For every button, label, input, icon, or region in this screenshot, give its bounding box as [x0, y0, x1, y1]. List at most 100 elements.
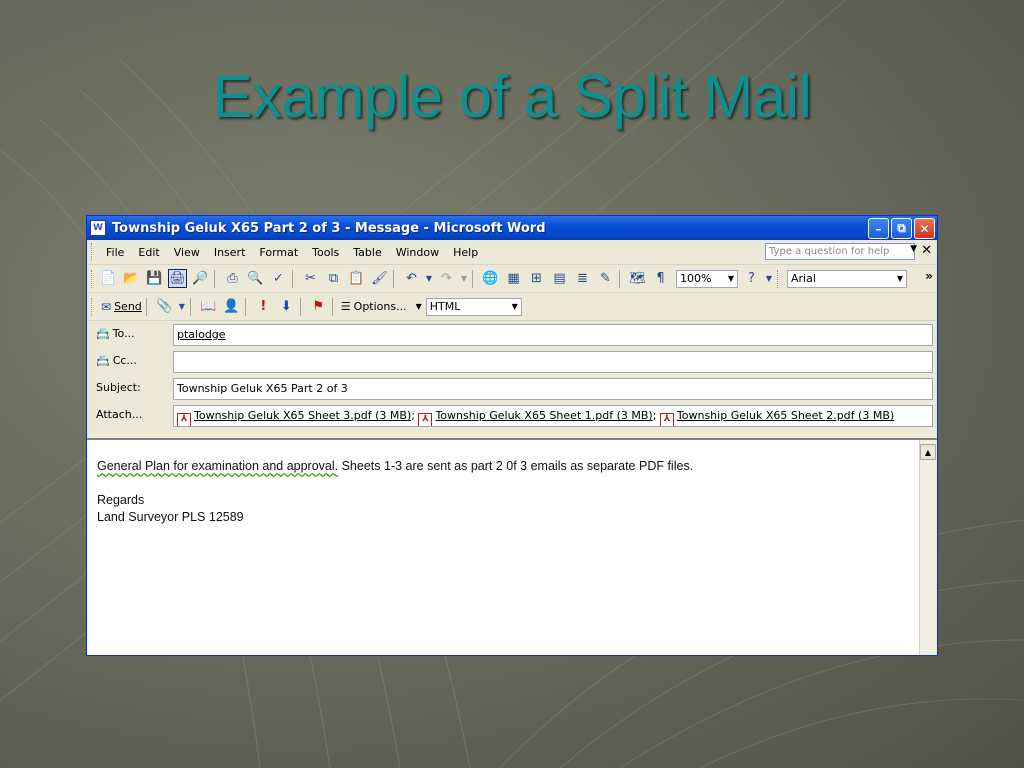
menu-help[interactable]: Help [450, 246, 481, 259]
toolbar-options-icon[interactable]: ▼ [765, 269, 773, 288]
font-dropdown-icon[interactable]: ▼ [897, 271, 903, 287]
redo-dropdown-icon[interactable]: ▼ [460, 269, 468, 288]
zoom-select[interactable]: 100% ▼ [676, 269, 738, 288]
options-dropdown-icon[interactable]: ▼ [416, 302, 422, 311]
columns-icon[interactable]: ≣ [573, 269, 592, 288]
open-icon[interactable]: 📂 [122, 269, 141, 288]
options-label: Options... [353, 300, 407, 313]
paste-icon[interactable]: 📋 [347, 269, 366, 288]
undo-dropdown-icon[interactable]: ▼ [425, 269, 433, 288]
redo-icon[interactable]: ↷ [437, 269, 456, 288]
print-preview-icon[interactable]: 🔍 [246, 269, 265, 288]
pdf-icon: ⅄ [659, 413, 674, 426]
toolbar-separator [189, 297, 191, 316]
check-names-icon[interactable]: 👤 [222, 297, 241, 316]
help-dropdown-icon[interactable]: ▼ [910, 244, 917, 254]
zoom-value: 100% [680, 271, 712, 285]
body-line-3: Land Surveyor PLS 12589 [97, 510, 244, 524]
show-hide-icon[interactable]: ¶ [651, 269, 670, 288]
menu-file[interactable]: File [103, 246, 127, 259]
document-map-icon[interactable]: 🗺 [628, 269, 647, 288]
save-icon[interactable]: 💾 [145, 269, 164, 288]
pdf-icon: ⅄ [177, 413, 191, 426]
standard-toolbar: 📄 📂 💾 🖨 🔎 ⎙ 🔍 ✓ ✂ ⧉ 📋 🖌 ↶ ▼ ↷ ▼ 🌐 ▦ ⊞ ▤ … [87, 265, 937, 293]
address-card-icon: 📇 [96, 327, 110, 340]
format-dropdown-icon[interactable]: ▼ [512, 299, 518, 315]
insert-table-icon[interactable]: ⊞ [527, 269, 546, 288]
attach-button[interactable]: Attach... [96, 408, 142, 421]
to-row: 📇 To... ptalodge [87, 322, 937, 346]
help-search-input[interactable]: Type a question for help [765, 243, 915, 260]
body-blank-line [97, 475, 693, 492]
subject-label: Subject: [96, 381, 141, 394]
toolbar-separator [472, 269, 473, 288]
attachments-field[interactable]: ⅄ Township Geluk X65 Sheet 3.pdf (3 MB); … [173, 405, 933, 427]
maximize-button[interactable]: ⧉ [891, 218, 912, 239]
toolbar-separator [292, 269, 293, 288]
attachment-item[interactable]: Township Geluk X65 Sheet 3.pdf (3 MB) [194, 409, 411, 422]
to-button[interactable]: 📇 To... [96, 327, 135, 340]
drawing-icon[interactable]: ✎ [596, 269, 615, 288]
minimize-button[interactable]: – [868, 218, 889, 239]
menu-window[interactable]: Window [393, 246, 442, 259]
high-importance-icon[interactable]: ! [254, 297, 273, 316]
insert-excel-icon[interactable]: ▤ [550, 269, 569, 288]
vertical-scrollbar[interactable]: ▲ [919, 440, 937, 655]
address-book-icon[interactable]: 📖 [199, 297, 218, 316]
attachment-item[interactable]: Township Geluk X65 Sheet 2.pdf (3 MB) [677, 409, 894, 422]
cut-icon[interactable]: ✂ [301, 269, 320, 288]
message-body-text[interactable]: General Plan for examination and approva… [97, 458, 693, 526]
window-controls: – ⧉ ✕ [868, 218, 935, 239]
formatting-toolbar-grip[interactable] [777, 269, 781, 288]
send-button[interactable]: ✉ Send [101, 300, 142, 314]
title-bar[interactable]: W Township Geluk X65 Part 2 of 3 - Messa… [87, 216, 937, 240]
attach-row: Attach... ⅄ Township Geluk X65 Sheet 3.pd… [87, 403, 937, 427]
message-format-select[interactable]: HTML ▼ [425, 297, 522, 316]
email-toolbar-grip[interactable] [91, 297, 95, 316]
menu-edit[interactable]: Edit [135, 246, 162, 259]
zoom-dropdown-icon[interactable]: ▼ [728, 271, 734, 287]
subject-field[interactable]: Township Geluk X65 Part 2 of 3 [173, 378, 933, 400]
follow-up-flag-icon[interactable]: ⚑ [309, 297, 328, 316]
options-button[interactable]: ☰ Options... ▼ [341, 300, 422, 313]
message-header: 📇 To... ptalodge 📇 Cc... Subject: Townsh… [87, 321, 937, 431]
undo-icon[interactable]: ↶ [402, 269, 421, 288]
help-icon[interactable]: ? [742, 269, 761, 288]
attachment-item[interactable]: Township Geluk X65 Sheet 1.pdf (3 MB) [435, 409, 652, 422]
new-icon[interactable]: 📄 [99, 269, 118, 288]
cc-button[interactable]: 📇 Cc... [96, 354, 137, 367]
permission-icon[interactable]: 🖨 [168, 269, 187, 288]
menu-insert[interactable]: Insert [211, 246, 249, 259]
hyperlink-icon[interactable]: 🌐 [481, 269, 500, 288]
research-icon[interactable]: 🔎 [191, 269, 210, 288]
toolbar-overflow-icon[interactable]: » [925, 269, 933, 283]
menu-view[interactable]: View [171, 246, 203, 259]
to-recipient[interactable]: ptalodge [177, 328, 226, 341]
menu-format[interactable]: Format [256, 246, 301, 259]
format-painter-icon[interactable]: 🖌 [370, 269, 389, 288]
send-label: Send [114, 300, 142, 313]
toolbar-grip[interactable] [91, 269, 95, 288]
spelling-icon[interactable]: ✓ [269, 269, 288, 288]
print-icon[interactable]: ⎙ [223, 269, 242, 288]
menu-tools[interactable]: Tools [309, 246, 342, 259]
to-field[interactable]: ptalodge [173, 324, 933, 346]
toolbar-separator [299, 297, 301, 316]
document-close-icon[interactable]: ✕ [921, 243, 932, 258]
toolbar-separator [244, 297, 246, 316]
subject-row: Subject: Township Geluk X65 Part 2 of 3 [87, 376, 937, 400]
attach-dropdown-icon[interactable]: ▼ [178, 297, 186, 316]
low-importance-icon[interactable]: ⬇ [277, 297, 296, 316]
copy-icon[interactable]: ⧉ [324, 269, 343, 288]
scroll-up-icon[interactable]: ▲ [920, 444, 936, 460]
message-body[interactable]: General Plan for examination and approva… [87, 438, 937, 655]
toolbar-separator [145, 297, 147, 316]
cc-field[interactable] [173, 351, 933, 373]
tables-borders-icon[interactable]: ▦ [504, 269, 523, 288]
close-button[interactable]: ✕ [914, 218, 935, 239]
font-select[interactable]: Arial ▼ [787, 269, 907, 288]
attach-file-icon[interactable]: 📎 [155, 297, 174, 316]
word-app-icon[interactable]: W [90, 220, 106, 236]
menu-table[interactable]: Table [350, 246, 384, 259]
menubar-grip[interactable] [91, 243, 95, 261]
